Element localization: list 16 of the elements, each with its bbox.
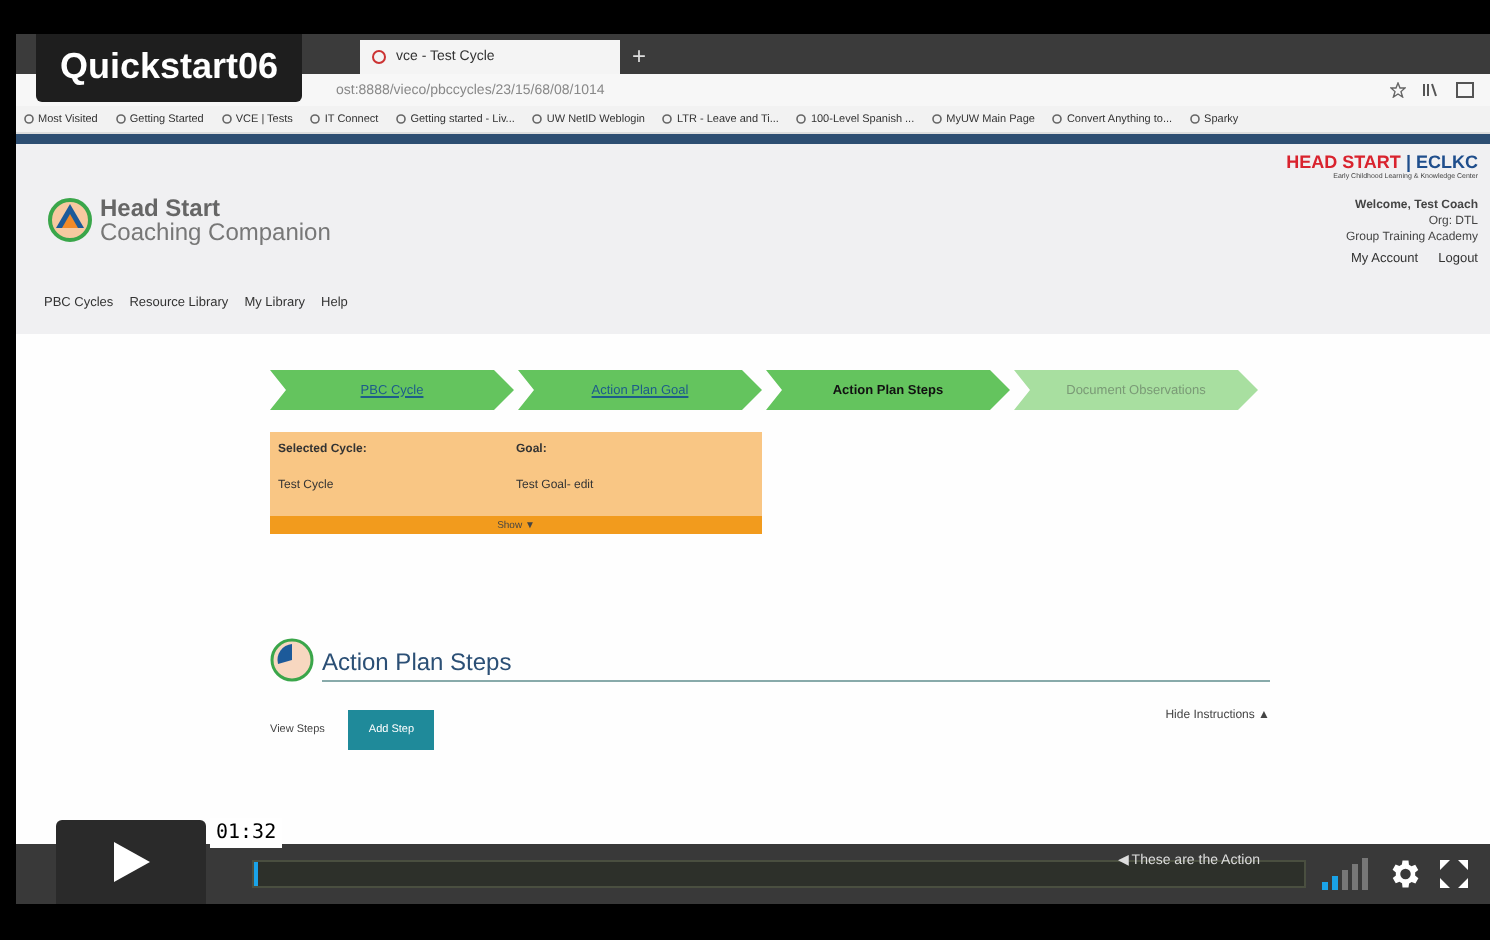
new-tab-button[interactable]: + [632,38,647,74]
volume-icon[interactable] [1322,858,1370,890]
play-icon [111,840,151,884]
app-subtitle: Coaching Companion [100,220,331,244]
app-logo-icon [48,198,92,242]
section-logo-icon [270,638,314,682]
sidebar-icon[interactable] [1456,82,1474,98]
play-button[interactable] [56,820,206,904]
app-name: Head Start [100,196,223,220]
fullscreen-icon[interactable] [1438,858,1470,890]
section-title: Action Plan Steps [322,648,1270,682]
partner-logo-text: HEAD START | ECLKC [1286,152,1478,172]
star-icon[interactable] [1390,82,1406,98]
library-icon[interactable] [1422,82,1440,98]
hover-time: 01:32 [210,818,283,848]
video-title: Quickstart06 [36,34,303,102]
